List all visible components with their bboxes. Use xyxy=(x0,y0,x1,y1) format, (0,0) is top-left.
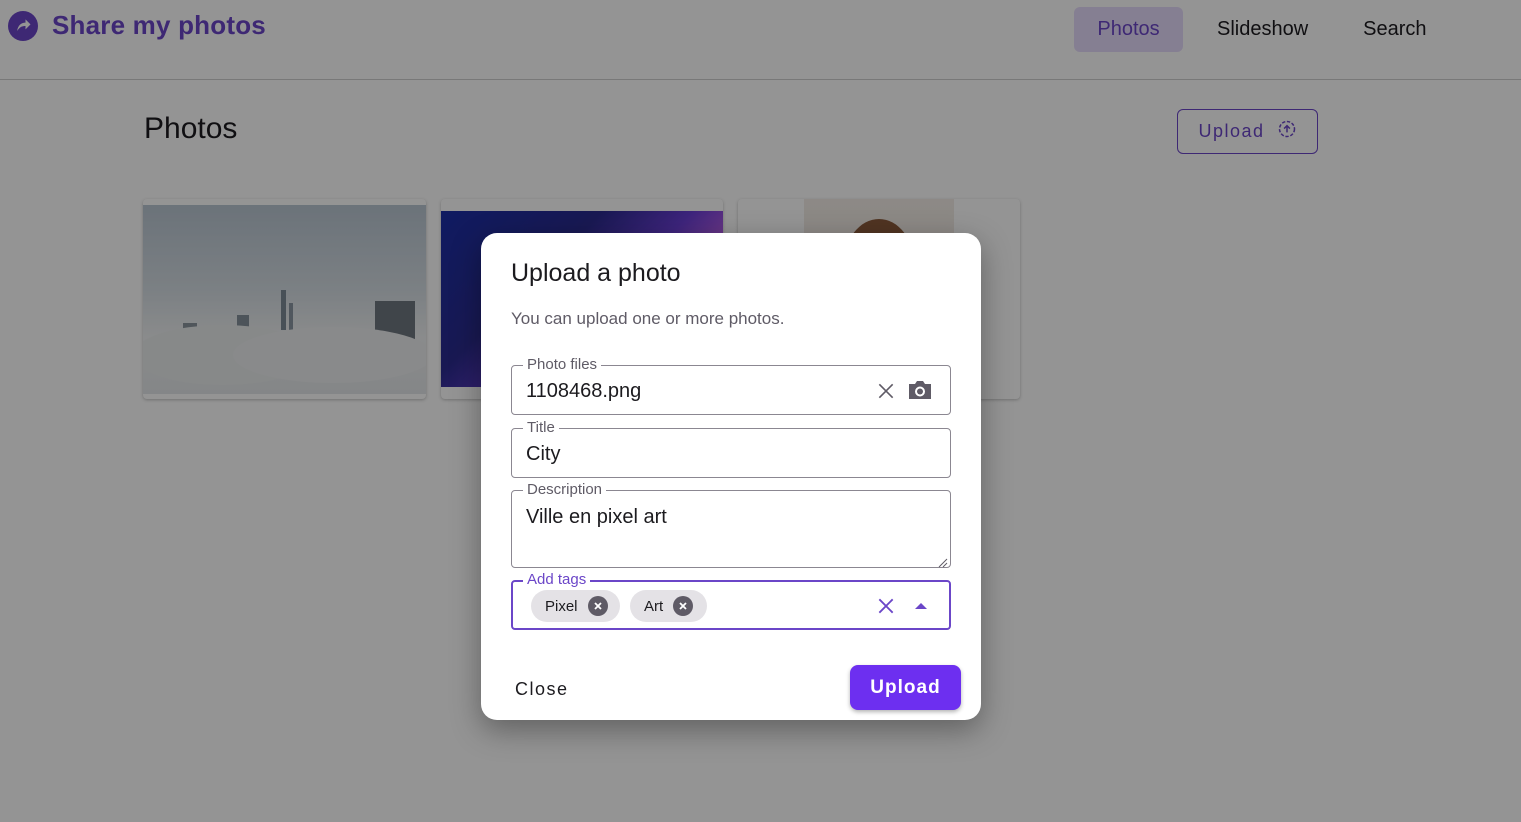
tag-chip-label: Pixel xyxy=(545,597,578,615)
clear-tags-icon[interactable] xyxy=(874,594,898,618)
title-value: City xyxy=(526,443,561,465)
chip-remove-icon[interactable] xyxy=(673,596,694,616)
tags-label: Add tags xyxy=(523,572,591,588)
upload-dialog: Upload a photo You can upload one or mor… xyxy=(481,233,981,720)
resize-grip-icon[interactable] xyxy=(938,555,948,568)
photo-files-field[interactable]: Photo files 1108468.png xyxy=(511,357,951,415)
dialog-upload-button[interactable]: Upload xyxy=(850,665,961,710)
description-field[interactable]: Description Ville en pixel art xyxy=(511,482,951,568)
dialog-subtitle: You can upload one or more photos. xyxy=(511,309,785,328)
tag-chip-label: Art xyxy=(644,597,664,615)
photo-files-label: Photo files xyxy=(523,357,602,373)
description-value: Ville en pixel art xyxy=(526,506,667,528)
clear-icon[interactable] xyxy=(874,379,898,403)
title-label: Title xyxy=(523,420,559,436)
chip-remove-icon[interactable] xyxy=(587,596,608,616)
dialog-title: Upload a photo xyxy=(511,259,681,287)
camera-icon[interactable] xyxy=(905,377,935,403)
tag-chip[interactable]: Pixel xyxy=(531,590,620,622)
close-button[interactable]: Close xyxy=(515,679,569,700)
tags-field[interactable]: Add tags Pixel Art xyxy=(511,572,951,630)
dropdown-arrow-icon[interactable] xyxy=(911,596,931,616)
tag-chip[interactable]: Art xyxy=(630,590,707,622)
description-label: Description xyxy=(523,482,607,498)
title-field[interactable]: Title City xyxy=(511,420,951,478)
photo-files-value: 1108468.png xyxy=(526,380,642,402)
